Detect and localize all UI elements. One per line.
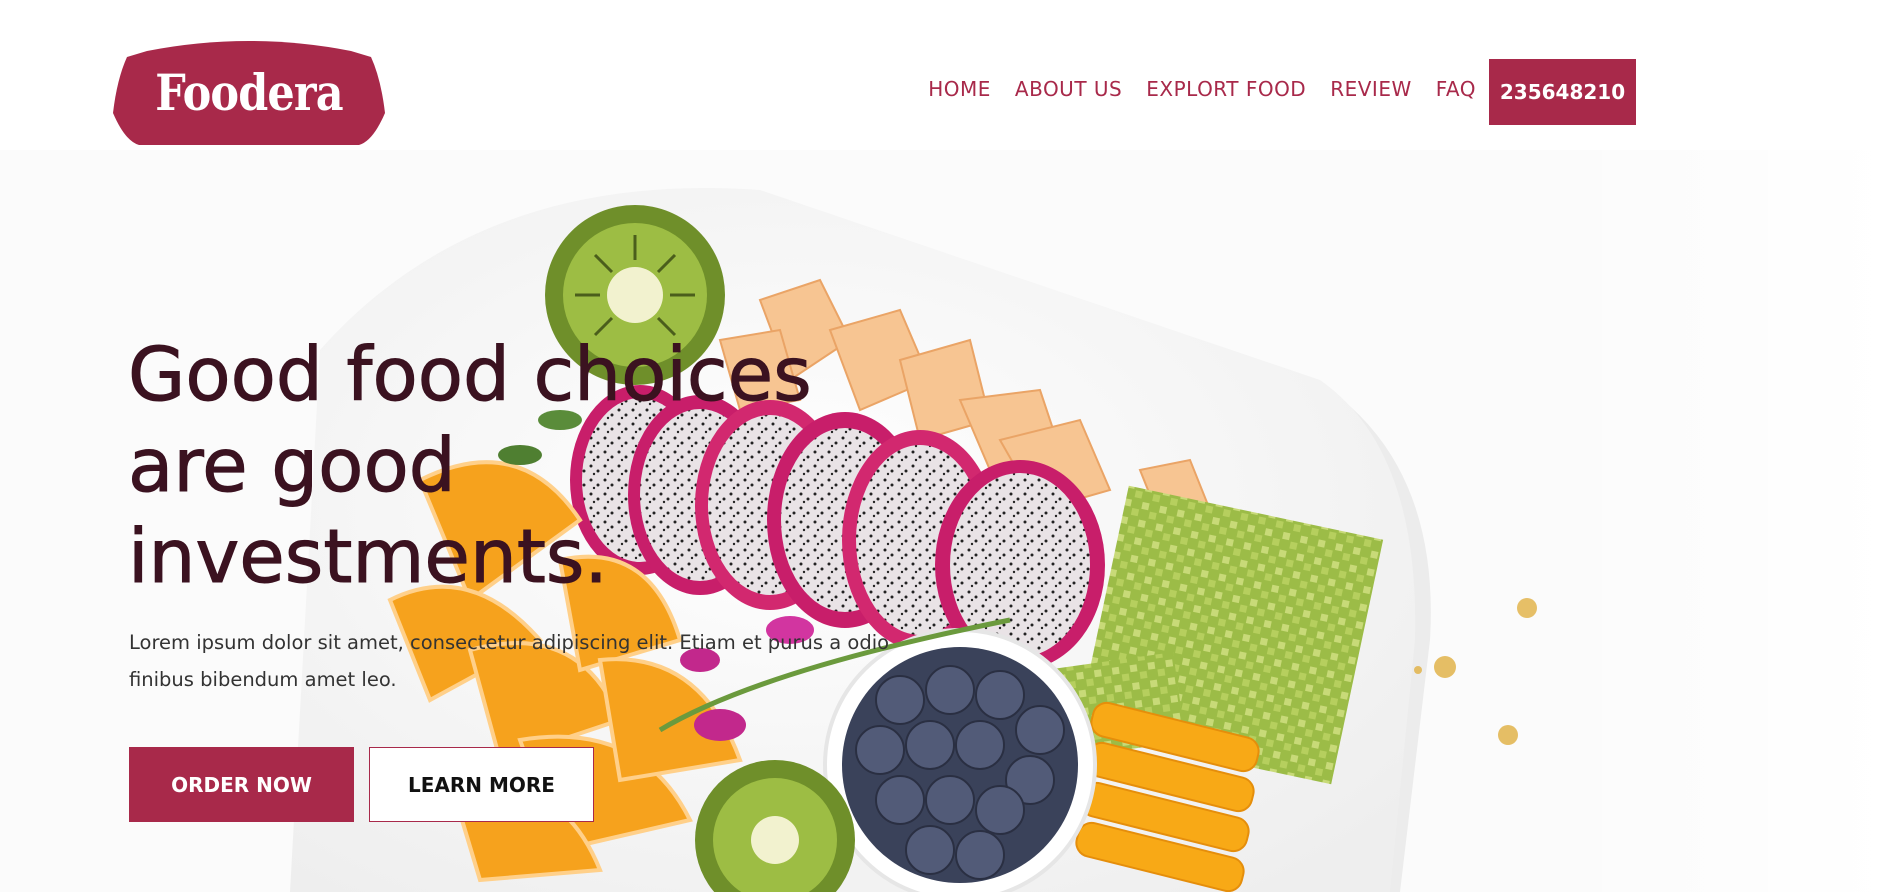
phone-number-button[interactable]: 235648210 (1489, 59, 1636, 125)
main-navigation: HOME ABOUT US EXPLORT FOOD REVIEW FAQ 23… (928, 59, 1636, 125)
site-header: Foodera HOME ABOUT US EXPLORT FOOD REVIE… (0, 0, 1893, 150)
brand-logo[interactable]: Foodera (113, 35, 385, 147)
hero-title-line: are good (128, 423, 457, 510)
nav-item-home[interactable]: HOME (928, 77, 991, 101)
nav-item-faq[interactable]: FAQ (1436, 77, 1476, 101)
nav-item-explore-food[interactable]: EXPLORT FOOD (1146, 77, 1306, 101)
hero-title-line: investments. (128, 514, 609, 601)
nav-item-review[interactable]: REVIEW (1330, 77, 1412, 101)
learn-more-button[interactable]: LEARN MORE (369, 747, 594, 822)
hero-description: Lorem ipsum dolor sit amet, consectetur … (129, 631, 890, 691)
logo-wordmark: Foodera (155, 63, 343, 122)
order-now-button[interactable]: ORDER NOW (129, 747, 354, 822)
nav-item-about-us[interactable]: ABOUT US (1015, 77, 1122, 101)
hero-title: Good food choices are good investments. (128, 330, 928, 603)
hero-title-line: Good food choices (128, 332, 813, 419)
